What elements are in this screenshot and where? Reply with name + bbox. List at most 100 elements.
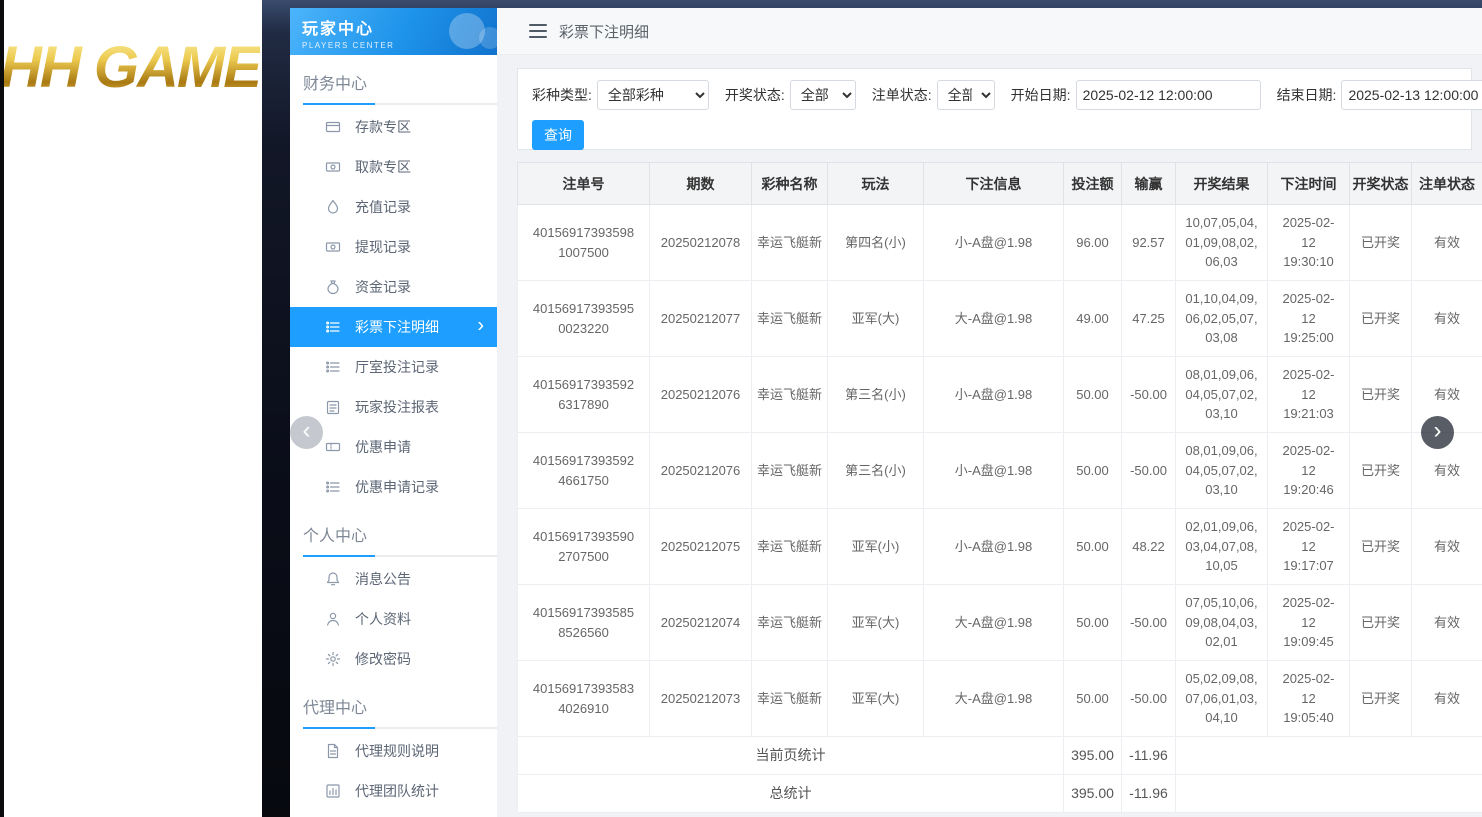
hall-bet-icon [325,359,341,375]
lottery-detail-icon [325,319,341,335]
cell: 幸运飞艇新 [752,433,828,509]
sidebar-header-decoration-icon [449,13,485,49]
cell: 20250212078 [650,205,752,281]
funds-record-icon [325,279,341,295]
cell: 小-A盘@1.98 [924,509,1064,585]
sidebar-item-profile[interactable]: 个人资料 [290,599,497,639]
end-date-input[interactable] [1341,80,1482,110]
cell: 401569173935981007500 [518,205,650,281]
summary-row: 当前页统计395.00-11.96 [518,737,1482,775]
sidebar-item-recharge-record[interactable]: 充值记录 [290,187,497,227]
sidebar-item-label: 彩票下注明细 [355,317,439,337]
menu-toggle-icon[interactable] [529,24,547,38]
sidebar-item-password[interactable]: 修改密码 [290,639,497,679]
cell: 已开奖 [1350,585,1412,661]
password-icon [325,651,341,667]
section-title: 个人中心 [290,507,497,546]
sidebar-item-label: 存款专区 [355,117,411,137]
sidebar-item-agent-team[interactable]: 代理团队统计 [290,771,497,811]
cell: 第四名(小) [828,205,924,281]
sidebar-item-player-report[interactable]: 玩家投注报表 [290,387,497,427]
cell: 48.22 [1122,509,1176,585]
section-underline [303,727,497,729]
start-date-input[interactable] [1076,80,1261,110]
sidebar-item-label: 取款专区 [355,157,411,177]
cell: 401569173935834026910 [518,661,650,737]
sidebar-item-label: 玩家投注报表 [355,397,439,417]
cell: 01,10,04,09,06,02,05,07,03,08 [1176,281,1268,357]
chevron-right-icon: › [477,315,484,338]
cell: 96.00 [1064,205,1122,281]
sidebar-item-label: 修改密码 [355,649,411,669]
sidebar-item-lottery-detail[interactable]: 彩票下注明细 › [290,307,497,347]
summary-bet-total: 395.00 [1064,737,1122,775]
cell: 401569173935858526560 [518,585,650,661]
column-header: 彩种名称 [752,163,828,205]
sidebar-item-withdraw[interactable]: 取款专区 [290,147,497,187]
cell: 401569173935924661750 [518,433,650,509]
cell: 92.57 [1122,205,1176,281]
cell: 20250212077 [650,281,752,357]
cell: 第三名(小) [828,433,924,509]
topbar: 彩票下注明细 [497,8,1482,55]
table-row: 40156917393592466175020250212076幸运飞艇新第三名… [518,433,1482,509]
sidebar-item-deposit[interactable]: 存款专区 [290,107,497,147]
cell: 亚军(大) [828,585,924,661]
summary-empty [1176,775,1482,813]
summary-empty [1176,737,1482,775]
promo-record-icon [325,479,341,495]
sidebar-item-label: 优惠申请记录 [355,477,439,497]
query-button[interactable]: 查询 [532,120,584,150]
summary-row: 总统计395.00-11.96 [518,775,1482,813]
cell: 401569173935950023220 [518,281,650,357]
summary-win-loss-total: -11.96 [1122,775,1176,813]
cell: 07,05,10,06,09,08,04,03,02,01 [1176,585,1268,661]
cell: 有效 [1412,281,1482,357]
cell: 已开奖 [1350,357,1412,433]
cell: 已开奖 [1350,205,1412,281]
brand-logo: HH GAME [0,34,260,101]
column-header: 开奖结果 [1176,163,1268,205]
cell: 已开奖 [1350,281,1412,357]
cell: 幸运飞艇新 [752,357,828,433]
sidebar-item-hall-bet[interactable]: 厅室投注记录 [290,347,497,387]
sidebar-item-agent-rules[interactable]: 代理规则说明 [290,731,497,771]
lottery-type-label: 彩种类型: [532,85,592,105]
summary-bet-total: 395.00 [1064,775,1122,813]
cell: 已开奖 [1350,509,1412,585]
cell: 2025-02-12 19:25:00 [1268,281,1350,357]
column-header: 注单号 [518,163,650,205]
cell: 05,02,09,08,07,06,01,03,04,10 [1176,661,1268,737]
section-underline [303,103,497,105]
sidebar-item-label: 个人资料 [355,609,411,629]
sidebar-item-label: 充值记录 [355,197,411,217]
page-title: 彩票下注明细 [559,21,649,42]
cell: 小-A盘@1.98 [924,357,1064,433]
lottery-type-select[interactable]: 全部彩种 [597,80,709,110]
column-header: 下注信息 [924,163,1064,205]
sidebar-item-withdraw-record[interactable]: 提现记录 [290,227,497,267]
sidebar-item-promo-record[interactable]: 优惠申请记录 [290,467,497,507]
summary-win-loss-total: -11.96 [1122,737,1176,775]
recharge-record-icon [325,199,341,215]
cell: 2025-02-12 19:21:03 [1268,357,1350,433]
sidebar-item-funds-record[interactable]: 资金记录 [290,267,497,307]
cell: 亚军(大) [828,281,924,357]
cell: 幸运飞艇新 [752,509,828,585]
draw-status-select[interactable]: 全部 [790,80,856,110]
sidebar-item-label: 资金记录 [355,277,411,297]
sidebar-item-announcement[interactable]: 消息公告 [290,559,497,599]
cell: 50.00 [1064,357,1122,433]
carousel-next-button[interactable]: › [1421,416,1454,449]
cell: 有效 [1412,585,1482,661]
carousel-prev-button[interactable]: ‹ [290,416,323,449]
order-status-select[interactable]: 全部 [937,80,995,110]
cell: 小-A盘@1.98 [924,433,1064,509]
section-title: 代理中心 [290,679,497,718]
deposit-icon [325,119,341,135]
announcement-icon [325,571,341,587]
cell: 50.00 [1064,661,1122,737]
cell: 20250212073 [650,661,752,737]
sidebar-item-label: 优惠申请 [355,437,411,457]
cell: 已开奖 [1350,661,1412,737]
